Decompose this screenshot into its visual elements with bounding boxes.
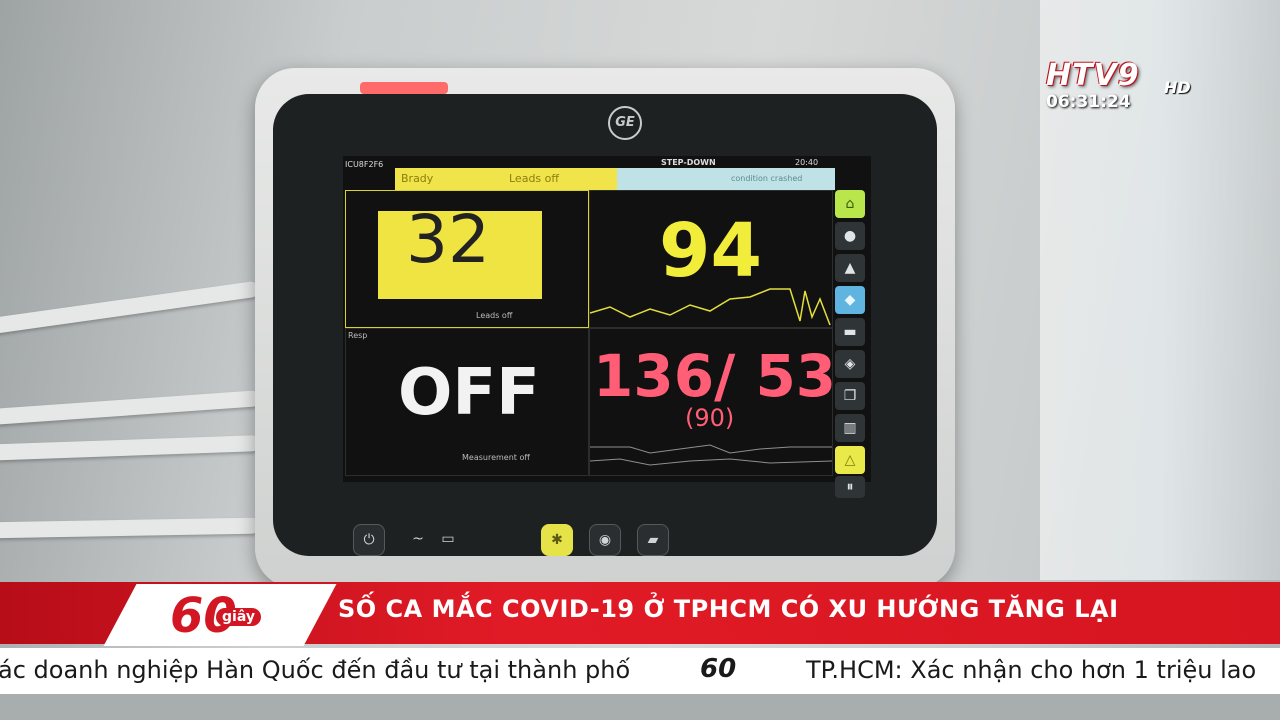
show-logo: 60 giây (170, 588, 280, 644)
cable (0, 517, 261, 539)
cable (0, 435, 261, 461)
alarm-silence-icon[interactable]: ✱ (541, 524, 573, 556)
battery-icon: ▭ (441, 531, 455, 547)
ticker-separator-logo: 60 (700, 654, 737, 684)
resp-status: Measurement off (462, 453, 530, 462)
alarm-message[interactable] (617, 168, 727, 190)
ac-icon: ~ (412, 531, 424, 547)
cable (0, 280, 260, 336)
news-ticker: ác doanh nghiệp Hàn Quốc đến đầu tư tại … (0, 648, 1280, 694)
broadcast-time: 06:31:24 (1046, 92, 1131, 112)
ticker-item: TP.HCM: Xác nhận cho hơn 1 triệu lao (806, 656, 1257, 684)
resp-label: Resp (348, 331, 368, 340)
bottom-strip (0, 694, 1280, 720)
power-icon[interactable]: ⏻ (353, 524, 385, 556)
status-bar: ICU8F2F6 STEP-DOWN 20:40 Brady Leads off… (343, 156, 871, 190)
trends-icon[interactable]: ▲ (835, 254, 865, 282)
monitor-clock: 20:40 (795, 158, 819, 167)
pause-icon[interactable]: ⏸ (835, 476, 865, 498)
care-mode: STEP-DOWN (661, 158, 716, 167)
show-logo-word: giây (216, 608, 261, 626)
device-id: ICU8F2F6 (345, 160, 384, 169)
layout-icon[interactable]: ▥ (835, 414, 865, 442)
camera-icon[interactable]: ◉ (589, 524, 621, 556)
home-icon[interactable]: ⌂ (835, 190, 865, 218)
bed-icon[interactable]: ▰ (637, 524, 669, 556)
bed-icon[interactable]: ▬ (835, 318, 865, 346)
spo2-value: 94 (659, 208, 762, 294)
alarm-condition[interactable]: condition crashed (725, 168, 835, 190)
nibp-value: 136/ 53 (593, 342, 837, 410)
monitor-screen: ICU8F2F6 STEP-DOWN 20:40 Brady Leads off… (343, 156, 871, 498)
nibp-icon[interactable]: ◆ (835, 286, 865, 314)
copy-icon[interactable]: ❐ (835, 382, 865, 410)
alarm-leads-off[interactable]: Leads off (503, 168, 621, 190)
alarm-brady[interactable]: Brady (395, 168, 505, 190)
alarm-bell-icon[interactable]: △ (835, 446, 865, 474)
alarm-light (360, 82, 448, 94)
channel-watermark: HTV9 HD 06:31:24 (1046, 58, 1196, 116)
nibp-map: (90) (685, 404, 735, 432)
patient-icon[interactable]: ● (835, 222, 865, 250)
diamond-icon[interactable]: ◈ (835, 350, 865, 378)
ticker-track: ác doanh nghiệp Hàn Quốc đến đầu tư tại … (0, 648, 1280, 694)
patient-monitor: GE ICU8F2F6 STEP-DOWN 20:40 Brady Leads … (255, 68, 955, 588)
monitor-bezel: GE ICU8F2F6 STEP-DOWN 20:40 Brady Leads … (273, 94, 937, 556)
brand-logo: GE (608, 106, 642, 140)
heart-rate-value: 32 (406, 201, 490, 278)
news-headline: SỐ CA MẮC COVID-19 Ở TPHCM CÓ XU HƯỚNG T… (338, 595, 1119, 623)
ticker-item: ác doanh nghiệp Hàn Quốc đến đầu tư tại … (0, 656, 631, 684)
hr-tile[interactable]: 32 Leads off (345, 190, 589, 328)
cable (0, 390, 261, 426)
resp-value: OFF (398, 356, 540, 430)
channel-logo: HTV9 (1046, 58, 1140, 93)
hr-status: Leads off (476, 311, 513, 320)
hd-label: HD (1164, 78, 1191, 97)
